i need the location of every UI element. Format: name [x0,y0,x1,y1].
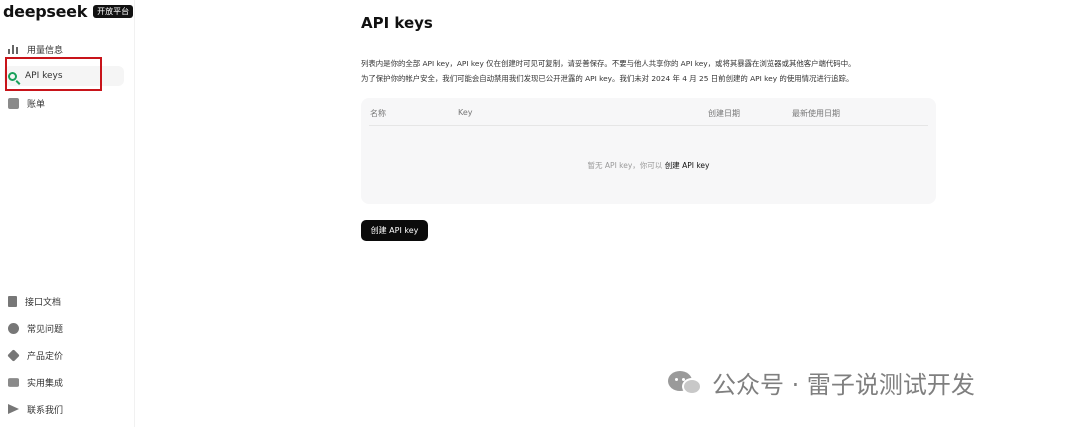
sidebar-item-label: 实用集成 [27,378,64,389]
sidebar-item-label: 接口文档 [25,297,62,308]
billing-icon [8,97,19,109]
table-header: 名称 Key 创建日期 最新使用日期 [361,98,936,126]
layers-icon [8,377,19,387]
sidebar-item-label: 账单 [27,99,46,110]
table-divider [369,125,928,126]
sidebar-item-label: 用量信息 [27,45,64,56]
sidebar-item-api-keys[interactable]: API keys [4,66,124,86]
sidebar-item-label: 联系我们 [27,405,64,416]
column-header-last-used: 最新使用日期 [792,109,840,118]
question-icon [8,322,19,334]
sidebar-item-docs[interactable]: 接口文档 [8,291,61,311]
create-api-key-button[interactable]: 创建 API key [361,220,428,241]
sidebar-item-usage[interactable]: 用量信息 [8,39,63,59]
search-icon [8,71,17,81]
sidebar-item-label: 常见问题 [27,324,64,335]
document-icon [8,295,17,307]
api-keys-table: 名称 Key 创建日期 最新使用日期 暂无 API key，你可以 创建 API… [361,98,936,204]
watermark-text: 公众号 · 雷子说测试开发 [712,371,975,399]
tag-icon [7,348,20,362]
column-header-created: 创建日期 [708,109,740,118]
brand-badge: 开放平台 [93,5,134,18]
sidebar-item-pricing[interactable]: 产品定价 [7,345,64,365]
column-header-key: Key [458,108,473,117]
brand-logo[interactable]: deepseek 开放平台 [3,2,134,21]
empty-state: 暂无 API key，你可以 创建 API key [361,160,936,171]
empty-state-text: 暂无 API key，你可以 [587,161,663,170]
description-line: 为了保护你的帐户安全，我们可能会自动禁用我们发现已公开泄露的 API key。我… [361,74,854,83]
sidebar-item-faq[interactable]: 常见问题 [8,318,63,338]
sidebar-item-billing[interactable]: 账单 [8,93,45,113]
sidebar-item-integrations[interactable]: 实用集成 [8,372,63,392]
watermark: 公众号 · 雷子说测试开发 [668,365,975,400]
wechat-icon [668,367,704,399]
column-header-name: 名称 [370,109,386,118]
page-description: 列表内是你的全部 API key，API key 仅在创建时可见可复制，请妥善保… [361,56,941,86]
sidebar: deepseek 开放平台 用量信息 API keys 账单 接口文档 常见问题… [0,0,135,427]
create-api-key-link[interactable]: 创建 API key [665,161,710,170]
sidebar-item-label: 产品定价 [27,351,64,362]
description-line: 列表内是你的全部 API key，API key 仅在创建时可见可复制，请妥善保… [361,59,856,68]
bar-chart-icon [8,44,19,55]
brand-name: deepseek [3,2,88,21]
sidebar-item-contact[interactable]: 联系我们 [8,399,63,419]
paper-plane-icon [8,404,19,414]
page-title: API keys [361,14,433,32]
sidebar-item-label: API keys [25,71,63,81]
